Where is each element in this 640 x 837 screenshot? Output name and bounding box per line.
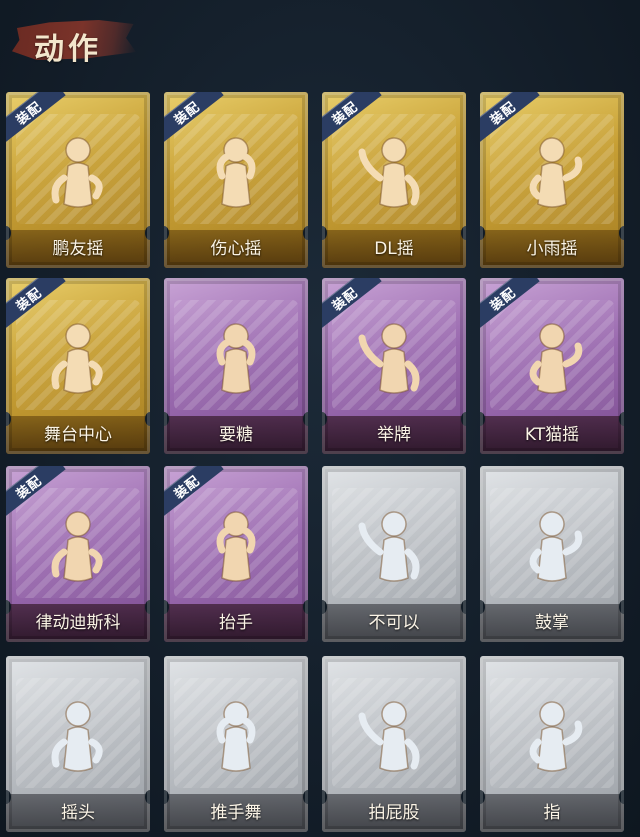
- emote-card[interactable]: 小雨摇 装配: [480, 92, 624, 268]
- card-frame: [164, 278, 308, 454]
- card-frame: [6, 656, 150, 832]
- emote-card[interactable]: 指: [480, 656, 624, 832]
- card-frame: [480, 656, 624, 832]
- card-frame: [322, 466, 466, 642]
- emote-card[interactable]: 鼓掌: [480, 466, 624, 642]
- emote-card[interactable]: 要糖: [164, 278, 308, 454]
- emote-card[interactable]: 抬手 装配: [164, 466, 308, 642]
- card-frame: [322, 656, 466, 832]
- emote-card[interactable]: 拍屁股: [322, 656, 466, 832]
- emote-card[interactable]: 鹏友摇 装配: [6, 92, 150, 268]
- emote-card[interactable]: 举牌 装配: [322, 278, 466, 454]
- card-frame: [480, 466, 624, 642]
- emote-card[interactable]: 推手舞: [164, 656, 308, 832]
- emote-card[interactable]: 不可以: [322, 466, 466, 642]
- emote-card[interactable]: DL摇 装配: [322, 92, 466, 268]
- emote-card[interactable]: KT猫摇 装配: [480, 278, 624, 454]
- card-frame: [164, 656, 308, 832]
- emote-card[interactable]: 舞台中心 装配: [6, 278, 150, 454]
- emote-card[interactable]: 摇头: [6, 656, 150, 832]
- emote-grid: 鹏友摇 装配 伤心摇 装配 DL摇 装配 小雨摇 装配舞台中心 装配 要糖 举牌 装配 KT猫摇 装配律动…: [0, 0, 640, 837]
- emote-card[interactable]: 伤心摇 装配: [164, 92, 308, 268]
- emote-card[interactable]: 律动迪斯科 装配: [6, 466, 150, 642]
